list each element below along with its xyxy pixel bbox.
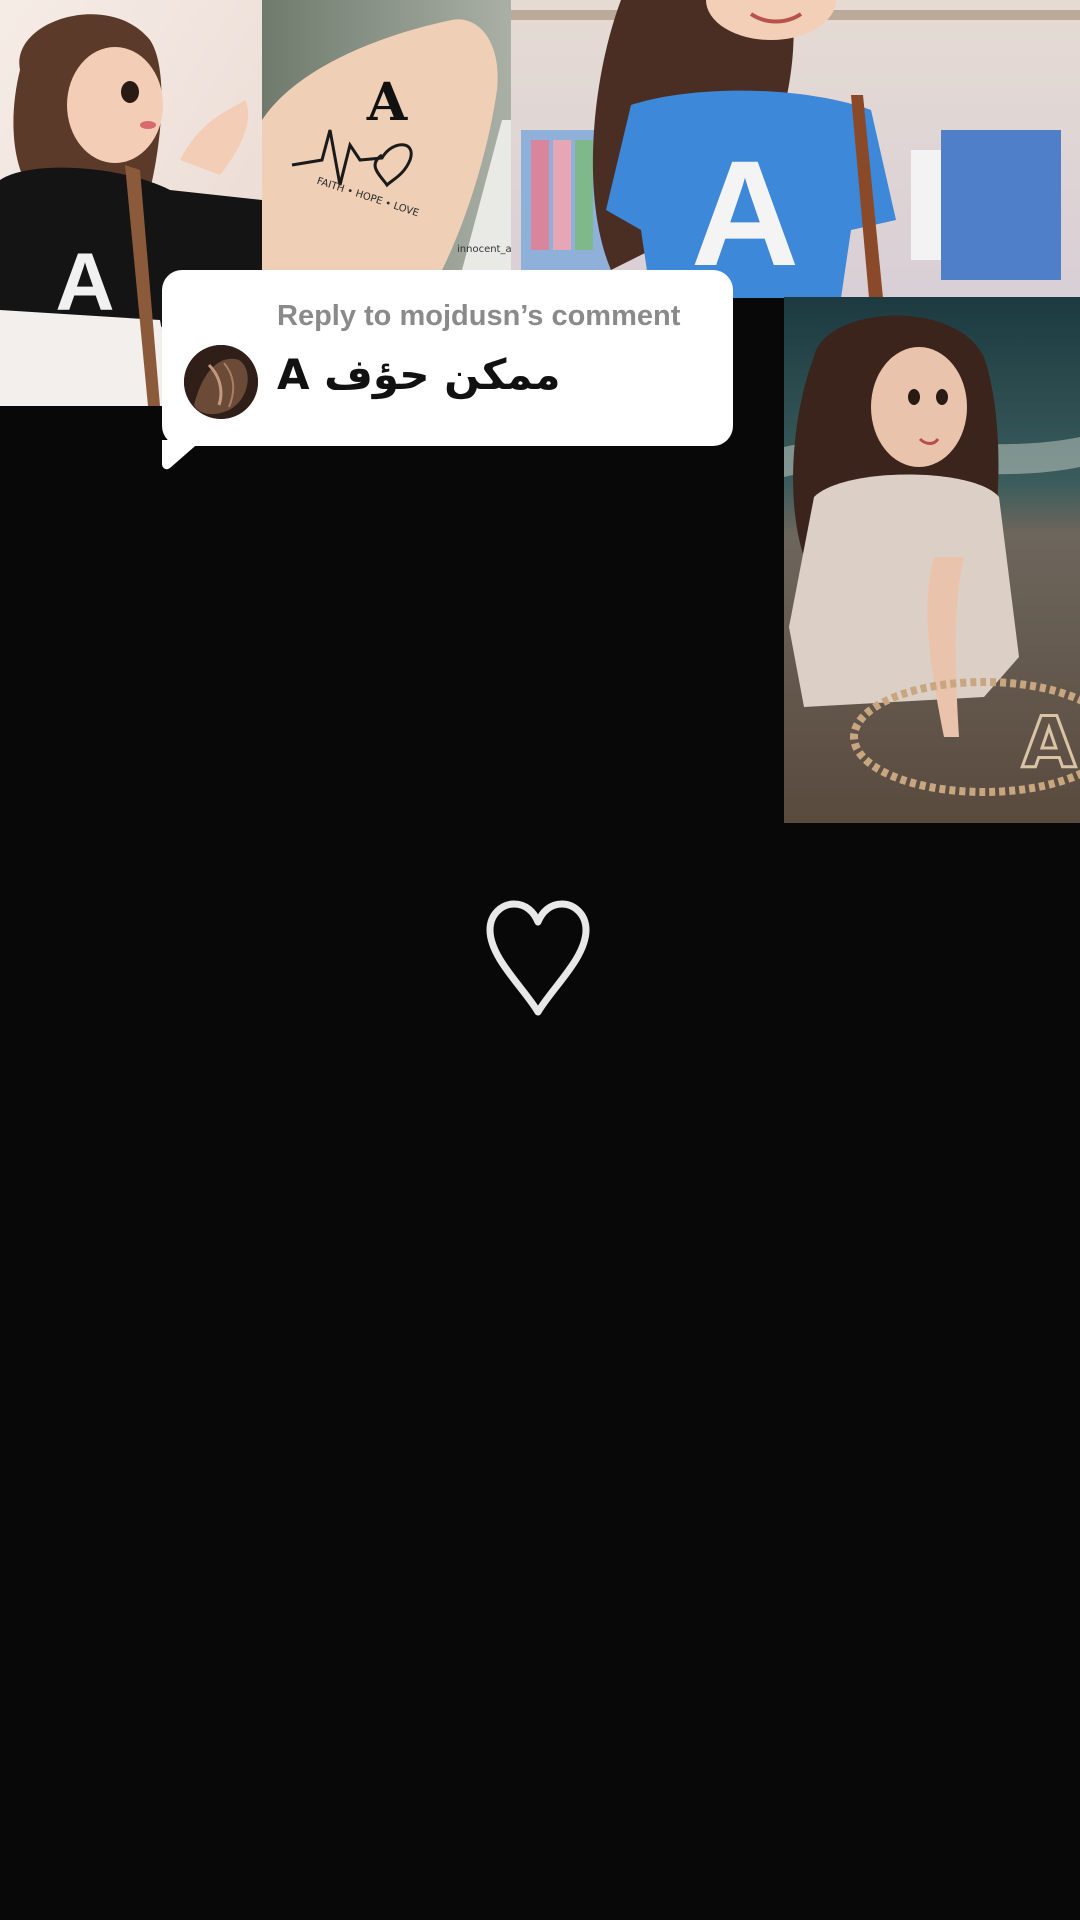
heart-outline-icon — [486, 900, 590, 1016]
reply-comment-bubble[interactable]: Reply to mojdusn’s comment A ممكن حؤف — [162, 270, 733, 446]
commenter-avatar[interactable] — [184, 345, 258, 419]
tattoo-letter: A — [366, 72, 408, 133]
bubble-tail — [162, 440, 202, 470]
video-canvas[interactable]: A A FAITH • HOPE • LOVE innocent_aa A A … — [0, 0, 1080, 1920]
photo-wrist-tattoo: A FAITH • HOPE • LOVE innocent_aa — [262, 0, 512, 270]
reply-to-label: Reply to mojdusn’s comment — [277, 300, 681, 332]
sand-letter: A — [1022, 702, 1076, 784]
tattoo-watermark: innocent_aa — [457, 244, 512, 255]
photo-store-girl: A — [511, 0, 1080, 298]
comment-text: A ممكن حؤف — [277, 350, 561, 399]
hoodie-letter: A — [55, 237, 114, 328]
photo-beach-girl: A — [784, 297, 1080, 823]
